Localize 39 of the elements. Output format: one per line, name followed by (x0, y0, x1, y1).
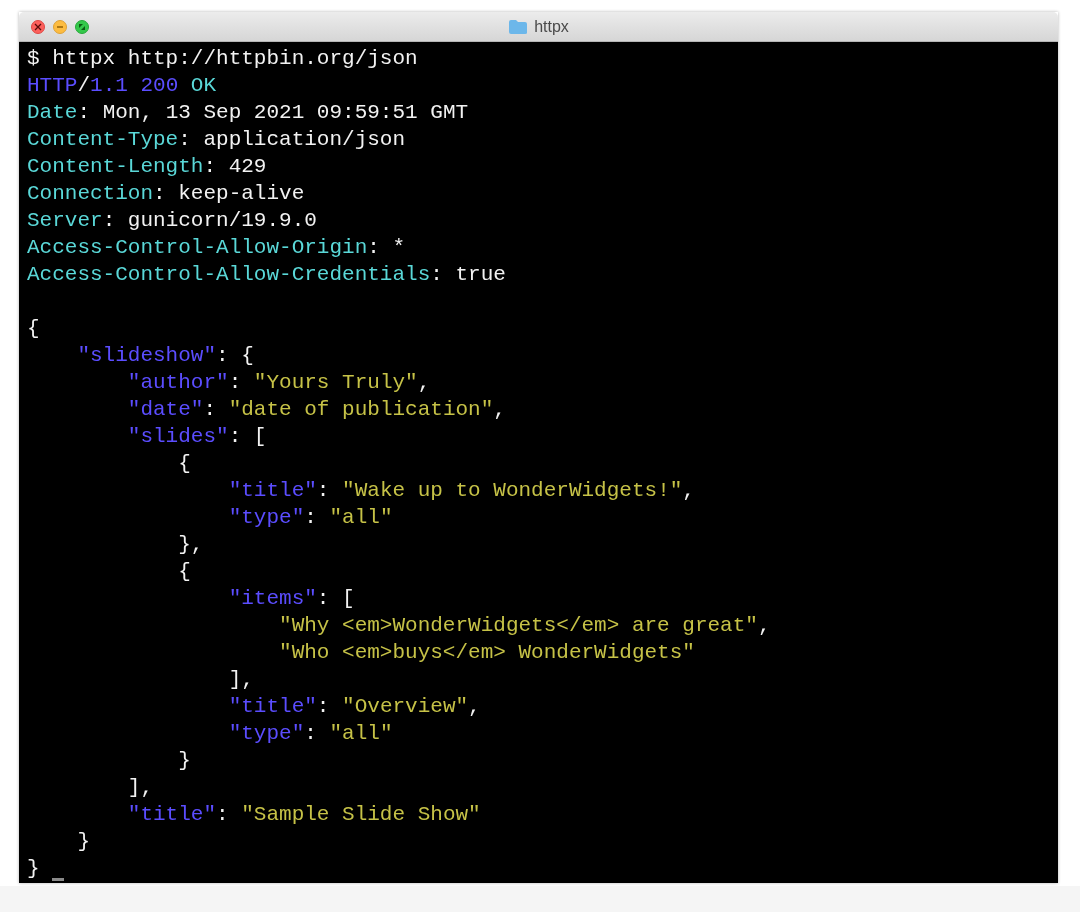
terminal-line: "title": "Sample Slide Show" (126, 802, 481, 828)
terminal-line: { (177, 559, 191, 585)
terminal-line: $ httpx http://httpbin.org/json (27, 46, 418, 72)
terminal-line: "date": "date of publication", (126, 397, 506, 423)
terminal-line: } (76, 829, 90, 855)
terminal-line: "type": "all" (227, 505, 393, 531)
terminal-line: HTTP/1.1 200 OK (27, 73, 217, 99)
close-icon (34, 23, 42, 31)
terminal-line: "title": "Wake up to WonderWidgets!", (227, 478, 695, 504)
terminal-line: Server: gunicorn/19.9.0 (27, 208, 317, 234)
terminal-line: "slideshow": { (76, 343, 254, 369)
terminal-line: } (177, 748, 191, 774)
terminal-line: Content-Type: application/json (27, 127, 406, 153)
expand-icon (78, 23, 86, 31)
terminal-line: } (27, 856, 40, 882)
terminal-line: Date: Mon, 13 Sep 2021 09:59:51 GMT (27, 100, 469, 126)
terminal-line: ], (227, 667, 254, 693)
terminal-line: Access-Control-Allow-Credentials: true (27, 262, 506, 288)
cursor-icon (51, 878, 64, 881)
terminal-line: "slides": [ (126, 424, 267, 450)
close-button[interactable] (31, 20, 45, 34)
terminal-line: }, (177, 532, 204, 558)
terminal-line: Content-Length: 429 (27, 154, 267, 180)
terminal-line: "title": "Overview", (227, 694, 481, 720)
terminal-line: "Who <em>buys</em> WonderWidgets" (278, 640, 695, 666)
terminal-line: Connection: keep-alive (27, 181, 305, 207)
terminal-line: "items": [ (227, 586, 355, 612)
terminal-line: "author": "Yours Truly", (126, 370, 431, 396)
folder-icon (508, 18, 529, 35)
minus-icon (56, 23, 64, 31)
terminal-line: Access-Control-Allow-Origin: * (27, 235, 406, 261)
terminal-line: "Why <em>WonderWidgets</em> are great", (278, 613, 771, 639)
terminal-line: ], (126, 775, 154, 801)
terminal-line: "type": "all" (227, 721, 393, 747)
terminal-line: { (177, 451, 191, 477)
fullscreen-button[interactable] (75, 20, 89, 34)
terminal-line: { (27, 316, 40, 342)
window-title: httpx (534, 16, 569, 37)
minimize-button[interactable] (53, 20, 67, 34)
